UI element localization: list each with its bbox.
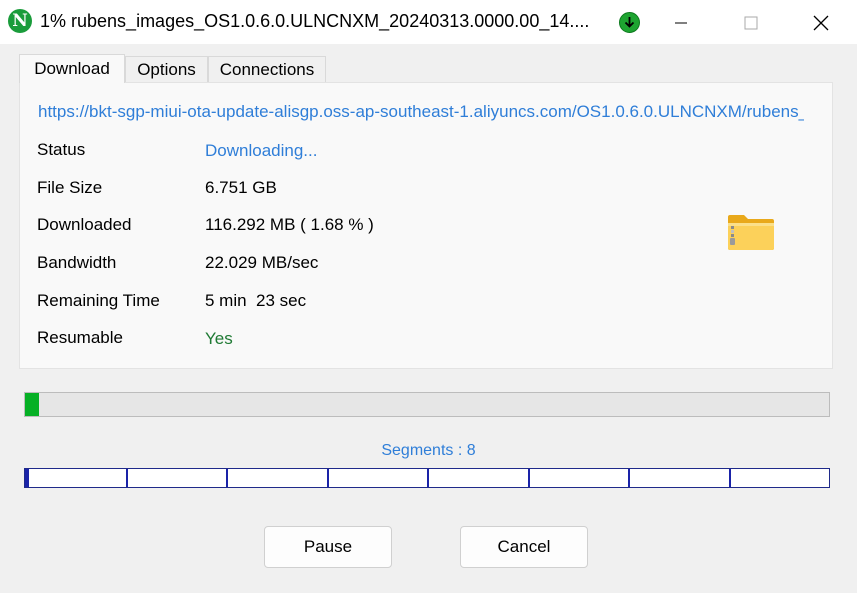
segment-marker [25, 469, 29, 487]
bandwidth-value: 22.029 MB/sec [205, 253, 319, 272]
download-info-panel: https://bkt-sgp-miui-ota-update-alisgp.o… [19, 82, 833, 369]
segment-marker [327, 469, 329, 487]
resumable-label: Resumable [37, 328, 123, 347]
status-value: Downloading... [205, 141, 318, 160]
remaining-time-label: Remaining Time [37, 291, 160, 310]
download-url: https://bkt-sgp-miui-ota-update-alisgp.o… [38, 102, 804, 121]
segments-label: Segments : 8 [381, 442, 476, 459]
file-size-label: File Size [37, 178, 103, 197]
bandwidth-label: Bandwidth [37, 253, 117, 272]
file-size-value: 6.751 GB [205, 178, 277, 197]
status-label: Status [37, 140, 86, 159]
segments-bar [24, 468, 830, 488]
segment-marker [126, 469, 128, 487]
resumable-value: Yes [205, 329, 233, 348]
window-title: 1% rubens_images_OS1.0.6.0.ULNCNXM_20240… [40, 11, 590, 31]
progress-fill [25, 393, 39, 416]
segment-marker [628, 469, 630, 487]
segment-marker [427, 469, 429, 487]
tab-options[interactable]: Options [125, 56, 208, 82]
maximize-button[interactable] [728, 0, 774, 44]
minimize-button[interactable] [658, 0, 704, 44]
pause-button[interactable]: Pause [264, 526, 392, 568]
title-bar[interactable]: N 1% rubens_images_OS1.0.6.0.ULNCNXM_202… [0, 0, 857, 44]
download-arrow-icon [619, 12, 640, 33]
zip-folder-icon[interactable] [727, 213, 775, 251]
downloaded-label: Downloaded [37, 215, 132, 234]
cancel-button[interactable]: Cancel [460, 526, 588, 568]
downloaded-value: 116.292 MB ( 1.68 % ) [205, 215, 374, 234]
tab-download[interactable]: Download [19, 54, 125, 83]
tab-connections[interactable]: Connections [208, 56, 326, 82]
app-logo-icon: N [8, 9, 32, 33]
segment-marker [528, 469, 530, 487]
segment-marker [729, 469, 731, 487]
segment-marker [226, 469, 228, 487]
download-progress-bar [24, 392, 830, 417]
close-button[interactable] [798, 0, 844, 44]
remaining-time-value: 5 min 23 sec [205, 291, 307, 310]
